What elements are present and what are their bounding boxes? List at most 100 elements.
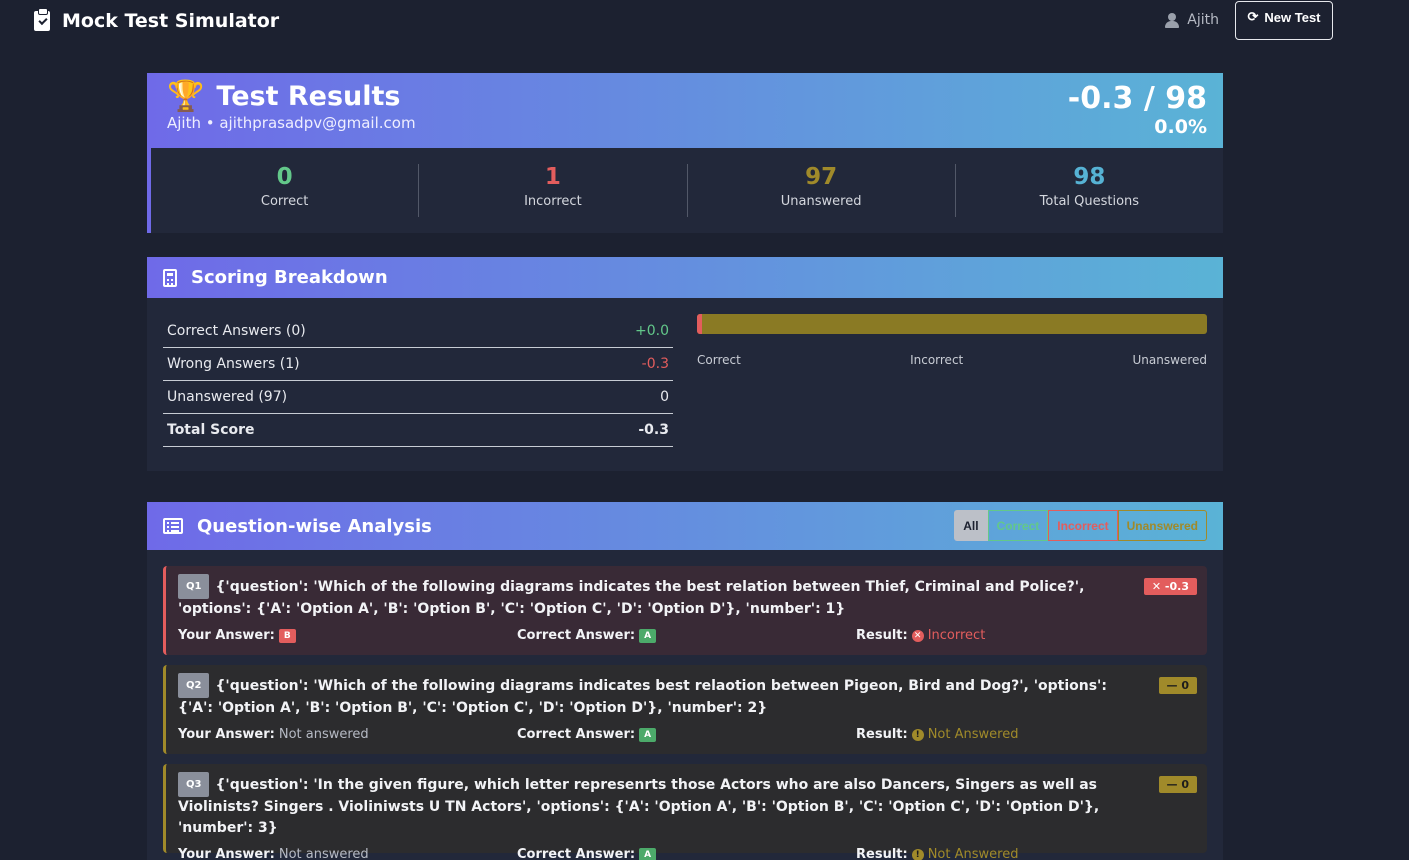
score-percent: 0.0%: [1154, 116, 1207, 138]
trophy-icon: 🏆: [167, 78, 205, 114]
stat-incorrect-value: 1: [544, 164, 561, 190]
breakdown-header: Scoring Breakdown: [147, 257, 1223, 298]
breakdown-row-label: Wrong Answers (1): [167, 356, 300, 372]
your-answer: Your Answer: Not answered: [178, 727, 517, 742]
result: Result: ✕ Incorrect: [856, 628, 1195, 643]
question-card[interactable]: Q3 {'question': 'In the given figure, whi…: [163, 764, 1207, 860]
correct-answer-label: Correct Answer:: [517, 847, 636, 860]
correct-answer-option: A: [639, 847, 657, 860]
correct-answer: Correct Answer: A: [517, 727, 856, 742]
results-title: Test Results: [216, 81, 401, 112]
correct-answer-option: A: [639, 727, 657, 742]
correct-answer-label: Correct Answer:: [517, 727, 636, 742]
clipboard-check-icon: [34, 8, 50, 31]
scoring-breakdown-card: Scoring Breakdown Correct Answers (0) +0…: [147, 257, 1223, 471]
filter-incorrect-button[interactable]: Incorrect: [1048, 510, 1118, 541]
stat-correct-label: Correct: [260, 194, 309, 209]
user-icon: [1165, 12, 1180, 28]
bar-label-correct: Correct: [697, 353, 741, 367]
new-test-label: New Test: [1264, 10, 1321, 25]
score-badge: — 0: [1158, 677, 1197, 694]
results-header: 🏆 Test Results Ajith • ajithprasadpv@gma…: [147, 73, 1223, 148]
question-meta: Your Answer: B Correct Answer: A Result: ✕ I…: [178, 628, 1195, 643]
score-badge: ✕ -0.3: [1143, 578, 1197, 595]
results-stats: 0 Correct 1 Incorrect 97 Unanswered 98 T…: [147, 148, 1223, 233]
total-score-label: Total Score: [167, 422, 255, 438]
exclamation-circle-icon: !: [911, 848, 924, 860]
correct-answer-option: A: [639, 628, 657, 643]
breakdown-row-value: 0: [660, 389, 669, 405]
question-text: {'question': 'Which of the following dia…: [178, 579, 1085, 617]
brand[interactable]: Mock Test Simulator: [34, 8, 280, 32]
question-number: Q1: [178, 574, 210, 599]
breakdown-row-label: Correct Answers (0): [167, 323, 306, 339]
bar-incorrect-segment: [697, 314, 703, 334]
exclamation-circle-icon: !: [911, 728, 924, 741]
question-card[interactable]: Q2 {'question': 'Which of the following d…: [163, 665, 1207, 754]
correct-answer-label: Correct Answer:: [517, 628, 636, 643]
filter-all-button[interactable]: All: [954, 510, 988, 541]
question-card[interactable]: Q1 {'question': 'Which of the following d…: [163, 566, 1207, 655]
breakdown-row-value: -0.3: [641, 356, 669, 372]
question-number: Q2: [178, 673, 210, 698]
breakdown-row-total: Total Score -0.3: [163, 414, 673, 447]
question-text-row: Q1 {'question': 'Which of the following d…: [178, 574, 1138, 620]
question-text: {'question': 'Which of the following dia…: [178, 678, 1107, 716]
stat-total-label: Total Questions: [1039, 194, 1140, 209]
score-distribution-bar: [697, 314, 1207, 334]
filter-correct-button[interactable]: Correct: [987, 510, 1049, 541]
breakdown-row-label: Unanswered (97): [167, 389, 288, 405]
question-text-row: Q2 {'question': 'Which of the following d…: [178, 673, 1138, 719]
stat-correct-value: 0: [276, 164, 293, 190]
result-label: Result:: [856, 727, 908, 742]
result-text: Incorrect: [927, 628, 986, 643]
your-answer-text: Not answered: [278, 847, 369, 860]
app-title: Mock Test Simulator: [62, 10, 280, 32]
bar-label-unanswered: Unanswered: [1132, 353, 1207, 367]
user-menu[interactable]: Ajith: [1165, 12, 1219, 28]
stat-correct: 0 Correct: [151, 164, 420, 217]
question-text: {'question': 'In the given figure, which…: [178, 777, 1100, 836]
score-badge: — 0: [1158, 776, 1197, 793]
analysis-title: Question-wise Analysis: [197, 515, 432, 537]
stat-total: 98 Total Questions: [956, 164, 1223, 217]
user-name: Ajith: [1187, 12, 1219, 28]
stat-unanswered-value: 97: [805, 164, 838, 190]
bar-legend: Correct Incorrect Unanswered: [697, 353, 1207, 367]
breakdown-row-wrong: Wrong Answers (1) -0.3: [163, 348, 673, 381]
stat-incorrect: 1 Incorrect: [419, 164, 688, 217]
breakdown-row-unanswered: Unanswered (97) 0: [163, 381, 673, 414]
stat-unanswered: 97 Unanswered: [688, 164, 956, 217]
your-answer-label: Your Answer:: [178, 628, 275, 643]
result-text: Not Answered: [927, 847, 1019, 860]
top-navbar: Mock Test Simulator Ajith ⟳ New Test: [0, 0, 1409, 42]
your-answer: Your Answer: B: [178, 628, 517, 643]
total-score-value: -0.3: [638, 422, 669, 438]
stat-unanswered-label: Unanswered: [780, 194, 862, 209]
stat-total-value: 98: [1073, 164, 1106, 190]
list-icon: [163, 518, 183, 534]
your-answer-label: Your Answer:: [178, 727, 275, 742]
your-answer: Your Answer: Not answered: [178, 847, 517, 860]
result-label: Result:: [856, 628, 908, 643]
your-answer-option: B: [278, 628, 296, 643]
calculator-icon: [163, 268, 177, 287]
filter-unanswered-button[interactable]: Unanswered: [1117, 510, 1207, 541]
result-text: Not Answered: [927, 727, 1019, 742]
breakdown-row-value: +0.0: [635, 323, 669, 339]
stat-incorrect-label: Incorrect: [524, 194, 582, 209]
breakdown-row-correct: Correct Answers (0) +0.0: [163, 315, 673, 348]
question-meta: Your Answer: Not answered Correct Answer:…: [178, 727, 1195, 742]
your-answer-label: Your Answer:: [178, 847, 275, 860]
correct-answer: Correct Answer: A: [517, 628, 856, 643]
question-text-row: Q3 {'question': 'In the given figure, whi…: [178, 772, 1138, 839]
result: Result:! Not Answered: [856, 727, 1195, 742]
question-number: Q3: [178, 772, 210, 797]
bar-label-incorrect: Incorrect: [910, 353, 964, 367]
question-meta: Your Answer: Not answered Correct Answer:…: [178, 847, 1195, 860]
breakdown-table: Correct Answers (0) +0.0 Wrong Answers (…: [163, 315, 673, 447]
x-circle-icon: ✕: [911, 629, 924, 642]
new-test-button[interactable]: ⟳ New Test: [1235, 1, 1333, 40]
correct-answer: Correct Answer: A: [517, 847, 856, 860]
filter-group: All Correct Incorrect Unanswered: [954, 510, 1207, 541]
